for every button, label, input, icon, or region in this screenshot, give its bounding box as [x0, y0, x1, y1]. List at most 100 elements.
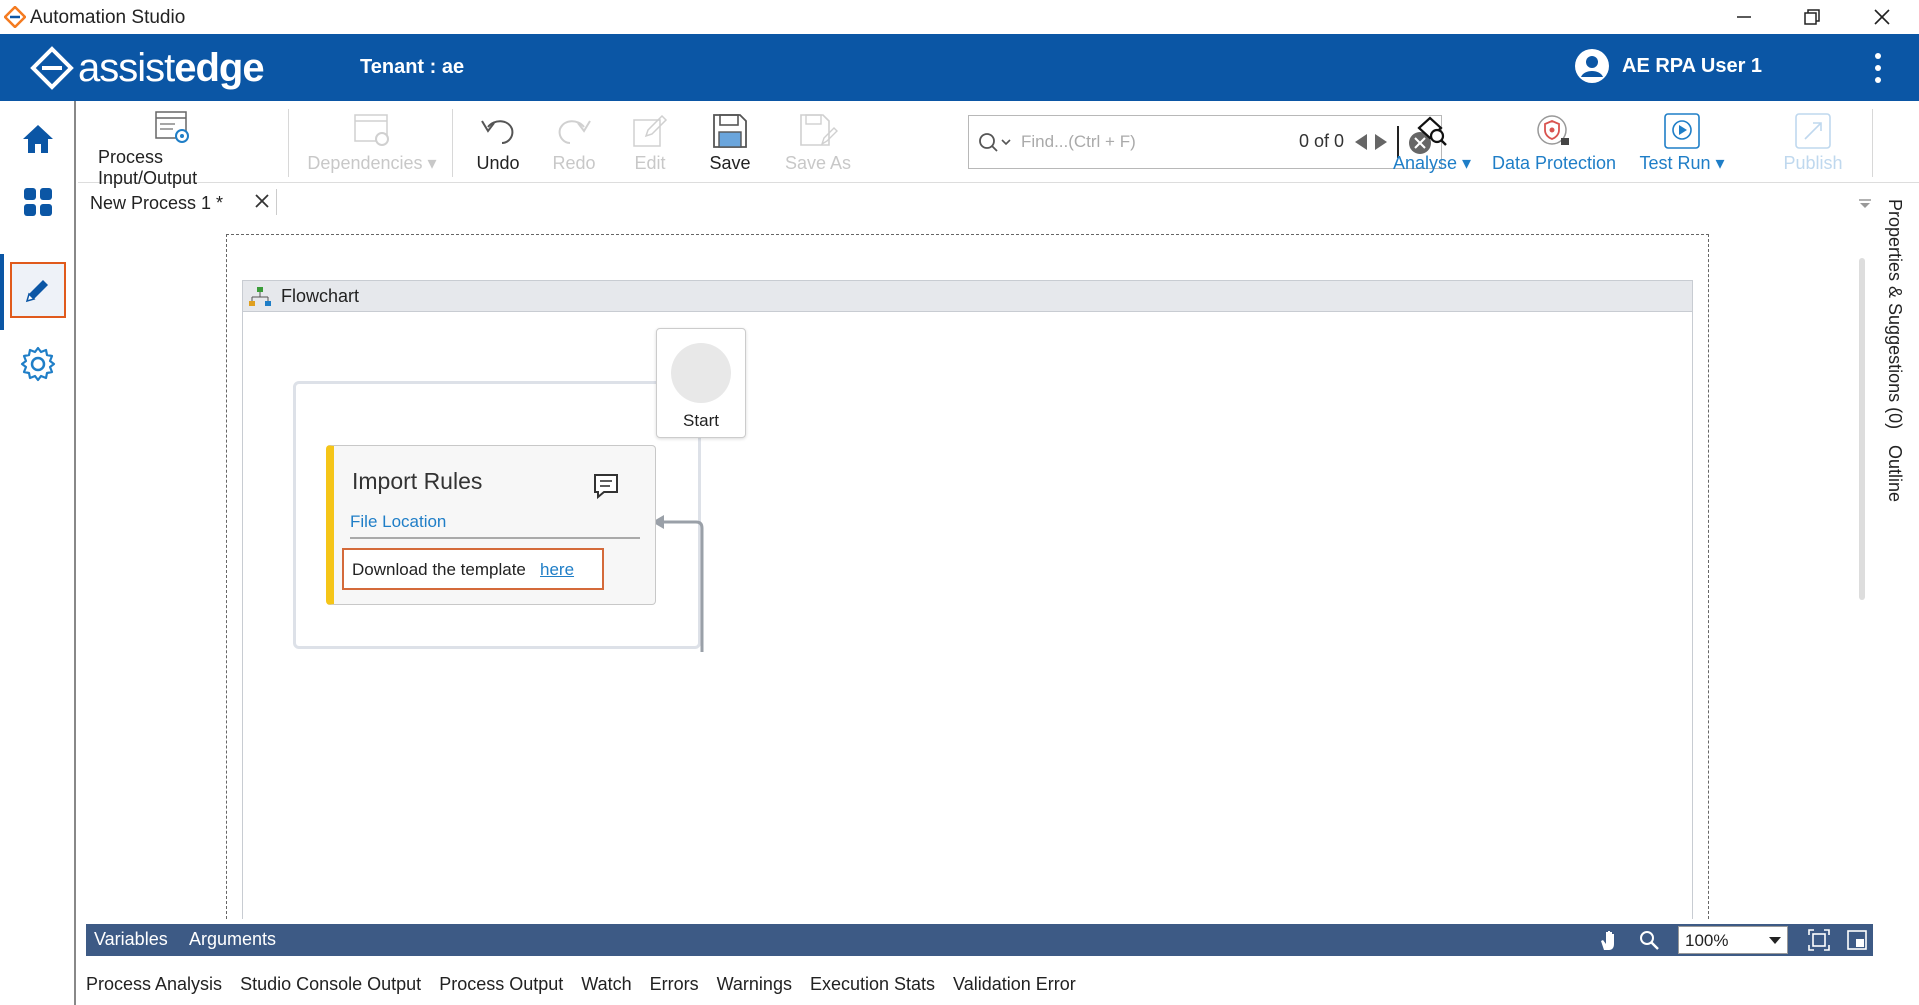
tab-validation-error[interactable]: Validation Error: [953, 964, 1076, 1000]
undo-button[interactable]: Undo: [468, 109, 528, 181]
publish-button[interactable]: Publish: [1778, 109, 1848, 181]
canvas-status-bar: Variables Arguments 100%: [86, 924, 1873, 956]
pencil-icon: [25, 280, 48, 303]
more-options-icon[interactable]: [1872, 50, 1884, 86]
download-template-link[interactable]: here: [540, 560, 574, 580]
dependencies-icon: [354, 114, 389, 146]
arguments-tab[interactable]: Arguments: [189, 929, 276, 950]
data-protection-button[interactable]: Data Protection: [1490, 109, 1618, 181]
dependencies-label: Dependencies ▾: [307, 153, 437, 173]
window-titlebar: Automation Studio: [0, 0, 1919, 34]
tab-watch[interactable]: Watch: [581, 964, 631, 1000]
outline-tab[interactable]: Outline: [1884, 445, 1905, 502]
window-title: Automation Studio: [30, 7, 186, 28]
user-menu[interactable]: AE RPA User 1: [1574, 48, 1762, 84]
zoom-search-icon[interactable]: [1638, 929, 1660, 951]
edit-icon: [633, 114, 668, 147]
flowchart-header[interactable]: Flowchart: [242, 280, 1693, 312]
dependencies-button[interactable]: Dependencies ▾: [304, 109, 440, 181]
dashboard-grid-icon: [24, 188, 52, 216]
nav-settings[interactable]: [10, 336, 66, 392]
analyse-button[interactable]: Analyse ▾: [1390, 109, 1474, 181]
tab-execution-stats[interactable]: Execution Stats: [810, 964, 935, 1000]
start-circle: [671, 343, 731, 403]
tab-label: New Process 1 *: [90, 193, 224, 213]
undo-label: Undo: [476, 153, 520, 173]
publish-icon: [1795, 113, 1831, 149]
pan-hand-icon[interactable]: [1598, 928, 1622, 952]
find-previous-icon[interactable]: [1353, 132, 1369, 152]
redo-button[interactable]: Redo: [544, 109, 604, 181]
start-label: Start: [683, 411, 719, 430]
overview-map-icon[interactable]: [1846, 929, 1868, 951]
nav-designer[interactable]: [10, 262, 66, 318]
toolbar-separator: [1872, 109, 1873, 177]
tab-process-analysis[interactable]: Process Analysis: [86, 964, 222, 1000]
process-io-button[interactable]: Process Input/Output: [98, 109, 248, 188]
flowchart-icon: [249, 287, 271, 306]
zoom-value: 100%: [1685, 931, 1729, 950]
output-tabs: Process Analysis Studio Console Output P…: [86, 964, 1094, 1000]
app-icon: [4, 6, 26, 28]
fit-to-screen-icon[interactable]: [1808, 929, 1830, 951]
search-icon[interactable]: [977, 131, 1013, 155]
shield-lock-icon: [1537, 115, 1569, 145]
close-icon: [1874, 9, 1890, 25]
start-node[interactable]: Start: [656, 328, 746, 438]
comment-icon[interactable]: [592, 472, 620, 500]
chevron-down-icon: [1769, 937, 1781, 944]
flowchart-title: Flowchart: [281, 286, 360, 306]
edit-label: Edit: [634, 153, 666, 173]
left-navigation: [0, 101, 76, 1005]
tab-errors[interactable]: Errors: [650, 964, 699, 1000]
save-icon: [713, 114, 747, 148]
test-run-label: Test Run ▾: [1639, 153, 1725, 173]
tenant-info: Tenant : ae: [360, 56, 464, 79]
download-template-text: Download the template: [352, 560, 526, 579]
properties-suggestions-tab[interactable]: Properties & Suggestions (0): [1884, 199, 1905, 429]
save-as-label: Save As: [784, 153, 852, 173]
find-box: Find...(Ctrl + F) 0 of 0: [968, 115, 1442, 169]
nav-home[interactable]: [10, 111, 66, 167]
activity-divider: [350, 537, 640, 539]
test-run-icon: [1664, 113, 1700, 149]
right-side-panel: Properties & Suggestions (0) Outline: [1852, 183, 1919, 923]
redo-icon: [558, 120, 591, 144]
save-button[interactable]: Save: [700, 109, 760, 181]
find-input[interactable]: Find...(Ctrl + F): [1021, 132, 1136, 152]
find-next-icon[interactable]: [1373, 132, 1389, 152]
logo-mark-icon: [30, 46, 74, 90]
tab-process-output[interactable]: Process Output: [439, 964, 563, 1000]
restore-button[interactable]: [1782, 2, 1842, 32]
minimize-icon: [1737, 16, 1751, 18]
zoom-select[interactable]: 100%: [1678, 926, 1788, 954]
save-as-button[interactable]: Save As: [782, 109, 854, 181]
find-match-count: 0 of 0: [1299, 131, 1345, 151]
connector-arrow: [652, 515, 704, 652]
process-io-label: Process Input/Output: [98, 147, 198, 188]
close-window-button[interactable]: [1852, 2, 1912, 32]
user-avatar-icon: [1575, 49, 1609, 83]
close-tab-icon[interactable]: [254, 193, 270, 209]
save-as-icon: [800, 114, 838, 146]
tenant-value: ae: [441, 56, 465, 78]
user-name: AE RPA User 1: [1622, 54, 1763, 77]
edit-button[interactable]: Edit: [620, 109, 680, 181]
analyse-label: Analyse ▾: [1392, 153, 1472, 173]
main-toolbar: Process Input/Output Dependencies ▾ Undo…: [78, 101, 1919, 188]
undo-icon: [481, 120, 514, 144]
test-run-button[interactable]: Test Run ▾: [1632, 109, 1732, 181]
activity-subtitle[interactable]: File Location: [350, 512, 446, 532]
nav-dashboard[interactable]: [10, 174, 66, 230]
tab-warnings[interactable]: Warnings: [717, 964, 792, 1000]
toolbar-separator: [452, 109, 453, 177]
minimize-button[interactable]: [1714, 2, 1774, 32]
activity-title: Import Rules: [352, 468, 483, 494]
tab-studio-console-output[interactable]: Studio Console Output: [240, 964, 421, 1000]
tab-new-process[interactable]: New Process 1 *: [78, 185, 278, 221]
activity-import-rules[interactable]: Import Rules File Location Download the …: [326, 445, 656, 605]
variables-tab[interactable]: Variables: [94, 929, 168, 950]
restore-icon: [1804, 9, 1820, 25]
assistedge-logo: assistedge: [30, 44, 265, 92]
data-protection-label: Data Protection: [1491, 153, 1617, 173]
